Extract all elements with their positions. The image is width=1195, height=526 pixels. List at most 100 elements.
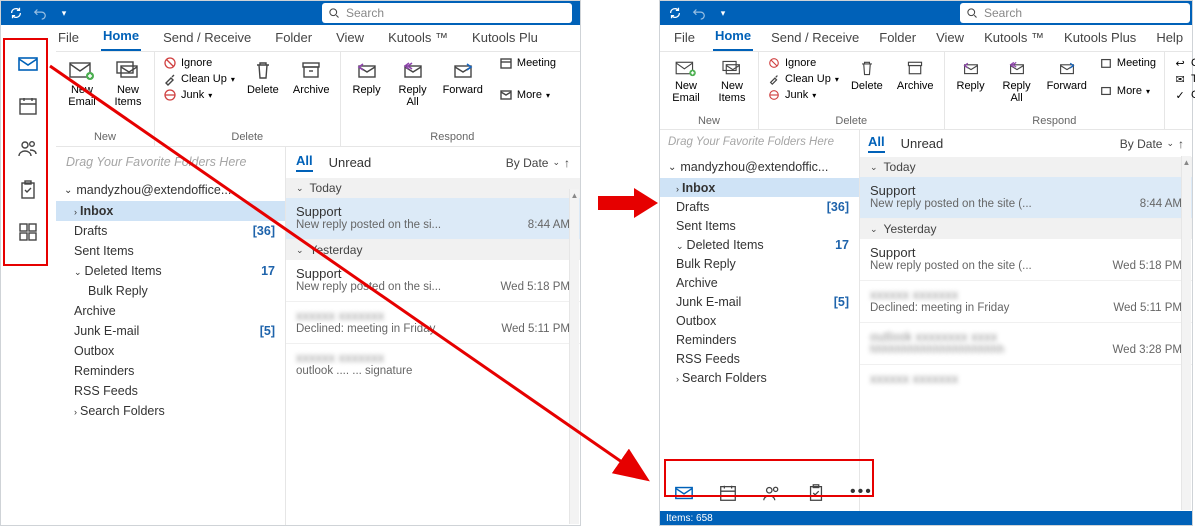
- tab-view[interactable]: View: [334, 26, 366, 51]
- folder-outbox[interactable]: Outbox: [660, 311, 859, 330]
- tab-help[interactable]: Help: [1154, 26, 1185, 51]
- scrollbar[interactable]: ▲: [1181, 156, 1191, 510]
- qa-dropdown-icon[interactable]: ▾: [57, 6, 71, 20]
- delete-button[interactable]: Delete: [847, 56, 887, 94]
- message-item[interactable]: xxxxxx xxxxxxx outlook .... ... signatur…: [286, 344, 580, 385]
- undo-icon[interactable]: [692, 6, 706, 20]
- folder-junk[interactable]: Junk E-mail[5]: [660, 292, 859, 311]
- folder-archive[interactable]: Archive: [660, 273, 859, 292]
- meeting-button[interactable]: Meeting: [1097, 56, 1158, 70]
- folder-sent[interactable]: Sent Items: [660, 216, 859, 235]
- junk-button[interactable]: Junk ▾: [161, 88, 237, 102]
- new-email-button[interactable]: New Email: [666, 56, 706, 106]
- search-box[interactable]: Search: [960, 3, 1190, 23]
- group-today[interactable]: ⌄Today: [860, 157, 1192, 177]
- archive-button[interactable]: Archive: [893, 56, 938, 94]
- tab-file[interactable]: File: [56, 26, 81, 51]
- folder-outbox[interactable]: Outbox: [56, 341, 285, 361]
- message-item[interactable]: Support New reply posted on the si...Wed…: [286, 260, 580, 302]
- folder-junk[interactable]: Junk E-mail[5]: [56, 321, 285, 341]
- junk-button[interactable]: Junk▾: [765, 88, 841, 102]
- folder-deleted[interactable]: ⌄Deleted Items17: [56, 261, 285, 281]
- reply-button[interactable]: Reply: [347, 56, 387, 98]
- message-item[interactable]: xxxxxx xxxxxxx Declined: meeting in Frid…: [860, 281, 1192, 323]
- quickstep-quick-email[interactable]: ↩Quick Em: [1171, 56, 1195, 70]
- folder-rss[interactable]: RSS Feeds: [660, 349, 859, 368]
- tab-home[interactable]: Home: [713, 24, 753, 51]
- favorites-drop-hint[interactable]: Drag Your Favorite Folders Here: [660, 130, 859, 156]
- tab-send-receive[interactable]: Send / Receive: [769, 26, 861, 51]
- reply-all-button[interactable]: Reply All: [393, 56, 433, 110]
- tab-folder[interactable]: Folder: [273, 26, 314, 51]
- ignore-button[interactable]: Ignore: [765, 56, 841, 70]
- folder-drafts[interactable]: Drafts[36]: [56, 221, 285, 241]
- message-item[interactable]: Support New reply posted on the si...8:4…: [286, 198, 580, 240]
- more-button[interactable]: More ▾: [497, 88, 558, 102]
- message-item[interactable]: outlook xxxxxxxx xxxx hhhhhhhhhhhhhhhhhh…: [860, 323, 1192, 365]
- folder-archive[interactable]: Archive: [56, 301, 285, 321]
- folder-bulk-reply[interactable]: Bulk Reply: [660, 254, 859, 273]
- group-yesterday[interactable]: ⌄Yesterday: [286, 240, 580, 260]
- cleanup-button[interactable]: Clean Up ▾: [161, 72, 237, 86]
- more-button[interactable]: More▾: [1097, 84, 1158, 98]
- qa-dropdown-icon[interactable]: ▾: [716, 6, 730, 20]
- reply-button[interactable]: Reply: [951, 56, 991, 94]
- cleanup-button[interactable]: Clean Up▾: [765, 72, 841, 86]
- sync-icon[interactable]: [668, 6, 682, 20]
- tab-send-receive[interactable]: Send / Receive: [161, 26, 253, 51]
- forward-button[interactable]: Forward: [1043, 56, 1091, 94]
- account-label: mandyzhou@extendoffice....: [76, 183, 234, 197]
- tab-view[interactable]: View: [934, 26, 966, 51]
- folder-deleted[interactable]: ⌄Deleted Items17: [660, 235, 859, 254]
- message-item[interactable]: Support New reply posted on the site (..…: [860, 239, 1192, 281]
- new-items-button[interactable]: New Items: [108, 56, 148, 110]
- archive-button[interactable]: Archive: [289, 56, 334, 98]
- ignore-button[interactable]: Ignore: [161, 56, 237, 70]
- favorites-drop-hint[interactable]: Drag Your Favorite Folders Here: [56, 147, 285, 179]
- tab-kutools-plus[interactable]: Kutools Plus: [1062, 26, 1138, 51]
- folder-sent[interactable]: Sent Items: [56, 241, 285, 261]
- folder-search-folders[interactable]: ›Search Folders: [660, 368, 859, 387]
- folder-inbox[interactable]: ›Inbox: [660, 178, 859, 197]
- quickstep-create-new[interactable]: ✓Create N: [1171, 88, 1195, 102]
- tab-kutools[interactable]: Kutools ™: [982, 26, 1046, 51]
- scrollbar[interactable]: ▲: [569, 189, 579, 524]
- quickstep-team-email[interactable]: ✉Team Em: [1171, 72, 1195, 86]
- message-item[interactable]: xxxxxx xxxxxxx Declined: meeting in Frid…: [286, 302, 580, 344]
- tab-home[interactable]: Home: [101, 24, 141, 51]
- sync-icon[interactable]: [9, 6, 23, 20]
- folder-reminders[interactable]: Reminders: [56, 361, 285, 381]
- delete-button[interactable]: Delete: [243, 56, 283, 98]
- account-node[interactable]: ⌄mandyzhou@extendoffice....: [56, 179, 285, 201]
- meeting-button[interactable]: Meeting: [497, 56, 558, 70]
- filter-all[interactable]: All: [868, 134, 885, 153]
- folder-reminders[interactable]: Reminders: [660, 330, 859, 349]
- message-item[interactable]: xxxxxx xxxxxxx: [860, 365, 1192, 394]
- filter-unread[interactable]: Unread: [901, 136, 944, 151]
- folder-inbox[interactable]: ›Inbox: [56, 201, 285, 221]
- folder-bulk-reply[interactable]: Bulk Reply: [56, 281, 285, 301]
- tab-folder[interactable]: Folder: [877, 26, 918, 51]
- group-today[interactable]: ⌄Today: [286, 178, 580, 198]
- message-item[interactable]: Support New reply posted on the site (..…: [860, 177, 1192, 219]
- folder-rss[interactable]: RSS Feeds: [56, 381, 285, 401]
- status-items-count: Items: 658: [666, 513, 713, 524]
- sort-by-date[interactable]: By Date ⌄ ↑: [506, 156, 570, 170]
- reply-all-button[interactable]: Reply All: [997, 56, 1037, 106]
- group-yesterday[interactable]: ⌄Yesterday: [860, 219, 1192, 239]
- sort-by-date[interactable]: By Date ⌄ ↑: [1120, 137, 1184, 151]
- filter-all[interactable]: All: [296, 153, 313, 172]
- folder-search-folders[interactable]: ›Search Folders: [56, 401, 285, 421]
- forward-button[interactable]: Forward: [439, 56, 487, 98]
- tab-kutools-plus[interactable]: Kutools Plu: [470, 26, 540, 51]
- new-items-button[interactable]: New Items: [712, 56, 752, 106]
- folder-drafts[interactable]: Drafts[36]: [660, 197, 859, 216]
- account-node[interactable]: ⌄mandyzhou@extendoffic...: [660, 156, 859, 178]
- tab-kutools[interactable]: Kutools ™: [386, 26, 450, 51]
- tab-file[interactable]: File: [672, 26, 697, 51]
- filter-unread[interactable]: Unread: [329, 155, 372, 170]
- search-box[interactable]: Search: [322, 3, 572, 23]
- undo-icon[interactable]: [33, 6, 47, 20]
- new-email-button[interactable]: New Email: [62, 56, 102, 110]
- message-sender-blurred: outlook xxxxxxxx xxxx: [870, 329, 1182, 344]
